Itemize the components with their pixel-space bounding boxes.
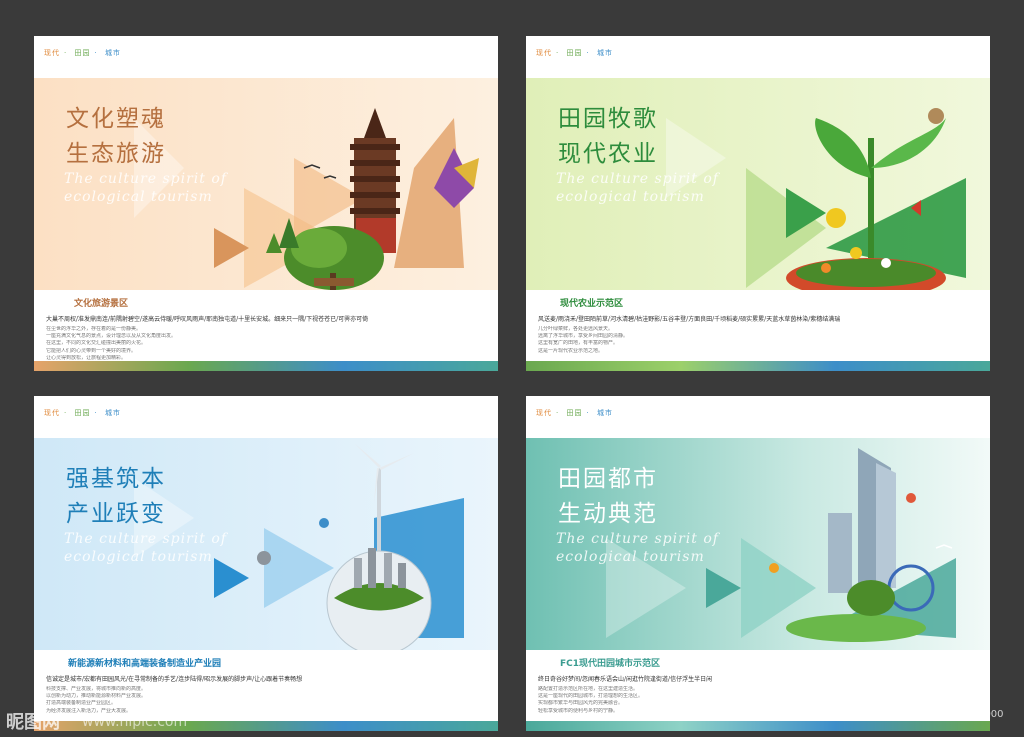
bird-icon xyxy=(935,544,953,549)
nav-item-city: 城市 xyxy=(104,49,121,57)
nav-item-pastoral: 田园 xyxy=(566,49,583,57)
nav-item-pastoral: 田园 xyxy=(566,409,583,417)
body-text: 科技支撑、产业发展，将城市推向新的高度。 以创新为动力，推动新能源新材料产业发展… xyxy=(46,686,486,715)
nav-item-modern: 现代 xyxy=(44,409,60,417)
poem-lead: 风送麦/雨浇禾/登田陌前草/河水清碧/枯洼野影/五谷丰登/方面良田/千顷稻麦/硕… xyxy=(538,316,841,323)
zone-title: 文化旅游景区 xyxy=(74,299,129,309)
building-icon xyxy=(354,558,362,588)
script-subtitle: The culture spirit of ecological tourism xyxy=(556,170,719,206)
top-nav: 现代 · 田园 · 城市 xyxy=(536,49,613,57)
headline-line-2: 产业跃变 xyxy=(66,501,166,527)
balloon-icon xyxy=(906,493,916,503)
zone-title: 现代农业示范区 xyxy=(560,299,624,309)
poem-lead: 信诚定是城市/宏都有田园风光/在寻常制备的手艺/连步陆得/昭示发展的脚步声/让心… xyxy=(46,676,303,683)
body-line: 这是一座现代的田园城市，打造理想的生活区。 xyxy=(538,693,644,700)
headline-line-2: 现代农业 xyxy=(558,141,658,167)
body-line: 这是一片现代农业示范之地。 xyxy=(538,347,604,354)
body-line: 几分叶绿菜鲜，各处更远风景天。 xyxy=(538,326,614,332)
snail-icon xyxy=(928,108,944,124)
script-line-1: The culture spirit of xyxy=(64,171,227,187)
headline-line-2: 生动典范 xyxy=(558,501,658,527)
headline-line-1: 强基筑本 xyxy=(66,466,166,492)
footer-stripe xyxy=(526,361,990,371)
script-line-2: ecological tourism xyxy=(64,189,213,205)
poster-culture-tourism: 现代 · 田园 · 城市 文化塑魂 生态旅游 The culture spiri… xyxy=(34,36,498,371)
poster-pastoral-city: 现代 · 田园 · 城市 田园都市 生动典范 The culture spirit … xyxy=(526,396,990,731)
headline: 强基筑本 产业跃变 xyxy=(66,462,166,532)
nav-item-pastoral: 田园 xyxy=(74,409,91,417)
body-line: 路配置打造示范区所在地，在这里建造生活。 xyxy=(538,686,639,692)
zone-title: FC1现代田园城市示范区 xyxy=(560,659,661,669)
nav-item-modern: 现代 xyxy=(536,49,552,57)
image-id-tag: ID:2340201 NO:20201005011909629000 xyxy=(796,709,1004,720)
skyscraper-icon xyxy=(828,448,896,593)
headline: 田园都市 生动典范 xyxy=(558,462,658,532)
poem-lead: 大巢不周权/准发鼎南连/前隅射碧空/遂高云侍暖/呼叹风雨声/耶南独屯道/十里长安… xyxy=(46,316,369,323)
poem-lead: 终日奇谷好梦间/忽闻春乐语会山/闲逛竹院逢街道/信仔浮生半日闲 xyxy=(538,676,713,683)
sign-icon xyxy=(769,563,779,573)
nav-item-pastoral: 田园 xyxy=(74,49,91,57)
body-line: 以创新为动力，推动新能源新材料产业发展。 xyxy=(46,693,147,700)
body-line: 在这里，不同的文化交汇碰撞出美丽的火花。 xyxy=(46,340,147,347)
headline-line-1: 田园都市 xyxy=(558,466,658,492)
script-line-1: The culture spirit of xyxy=(556,531,719,547)
headline-line-2: 生态旅游 xyxy=(66,141,166,167)
zone-title: 新能源新材料和高端装备制造业产业园 xyxy=(68,659,222,669)
footer-stripe xyxy=(526,721,990,731)
script-line-2: ecological tourism xyxy=(556,189,705,205)
bench-icon xyxy=(314,278,354,286)
nav-item-city: 城市 xyxy=(104,409,121,417)
body-line: 一座充满文化气息的景点，设计理念以及从文化角度出发。 xyxy=(46,333,177,340)
body-line: 打造高端装备制造业产业园区。 xyxy=(46,700,117,707)
script-subtitle: The culture spirit of ecological tourism xyxy=(64,170,227,206)
script-subtitle: The culture spirit of ecological tourism xyxy=(556,530,719,566)
top-nav: 现代 · 田园 · 城市 xyxy=(536,409,613,417)
script-line-2: ecological tourism xyxy=(64,549,213,565)
yellow-flower-icon xyxy=(826,208,846,228)
site-logo: 昵图网 xyxy=(6,712,60,733)
body-line: 它能把人们的心灵带到一个美好的境界。 xyxy=(46,347,137,354)
body-line: 实现都市繁华与田园风光的完美融合。 xyxy=(538,700,624,707)
headline: 文化塑魂 生态旅游 xyxy=(66,102,166,172)
body-line: 远离了浮华城市，享受乡间田园的清静。 xyxy=(538,333,629,340)
site-url: www.nipic.com xyxy=(82,714,188,730)
body-line: 在尘世的浮华之外，存在着的是一份静美。 xyxy=(46,326,142,332)
script-line-1: The culture spirit of xyxy=(64,531,227,547)
nav-item-modern: 现代 xyxy=(536,409,552,417)
headline: 田园牧歌 现代农业 xyxy=(558,102,658,172)
balloon-icon xyxy=(319,518,329,528)
body-line: 科技支撑、产业发展，将城市推向新的高度。 xyxy=(46,686,147,692)
footer-stripe xyxy=(34,361,498,371)
tree-icon xyxy=(847,580,895,616)
headline-line-1: 田园牧歌 xyxy=(558,106,658,132)
poster-modern-agriculture: 现代 · 田园 · 城市 田园牧歌 现代农业 The culture spirit … xyxy=(526,36,990,371)
script-subtitle: The culture spirit of ecological tourism xyxy=(64,530,227,566)
top-nav: 现代 · 田园 · 城市 xyxy=(44,409,121,417)
script-line-2: ecological tourism xyxy=(556,549,705,565)
headline-line-1: 文化塑魂 xyxy=(66,106,166,132)
satellite-icon xyxy=(257,551,271,565)
nav-item-city: 城市 xyxy=(596,49,613,57)
body-text: 几分叶绿菜鲜，各处更远风景天。 远离了浮华城市，享受乡间田园的清静。 这里有宽广… xyxy=(538,326,978,355)
poster-industry: 现代 · 田园 · 城市 强基筑本 产业跃变 The culture spirit … xyxy=(34,396,498,731)
body-line: 这里有宽广的田地，有丰富的物产。 xyxy=(538,340,619,347)
script-line-1: The culture spirit of xyxy=(556,171,719,187)
body-text: 在尘世的浮华之外，存在着的是一份静美。 一座充满文化气息的景点，设计理念以及从文… xyxy=(46,326,486,362)
nav-item-city: 城市 xyxy=(596,409,613,417)
nav-item-modern: 现代 xyxy=(44,49,60,57)
lawn-icon xyxy=(786,614,926,642)
top-nav: 现代 · 田园 · 城市 xyxy=(44,49,121,57)
